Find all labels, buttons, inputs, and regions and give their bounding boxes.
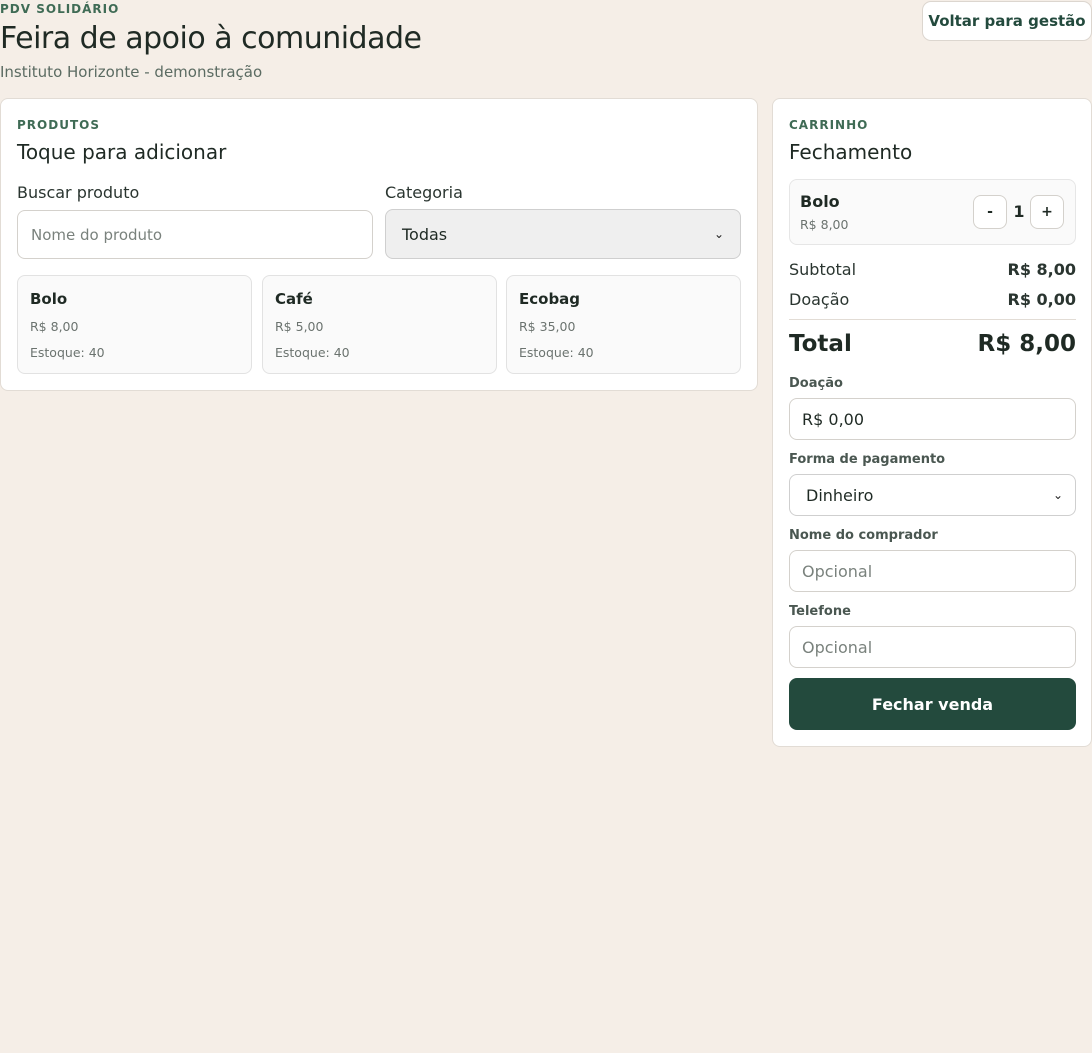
chevron-down-icon: ⌄ [713, 227, 724, 241]
product-price: R$ 5,00 [275, 319, 324, 334]
product-price: R$ 8,00 [30, 319, 79, 334]
donation-field-label: Doação [789, 376, 843, 391]
back-to-management-button[interactable]: Voltar para gestão [922, 1, 1092, 41]
chevron-down-icon: ⌄ [1052, 488, 1063, 502]
category-select[interactable]: Todas ⌄ [385, 209, 741, 259]
subtotal-label: Subtotal [789, 260, 857, 279]
phone-label: Telefone [789, 604, 851, 619]
close-sale-button[interactable]: Fechar venda [789, 678, 1076, 730]
category-label: Categoria [385, 183, 463, 202]
product-name: Café [275, 290, 313, 308]
cart-item-name: Bolo [800, 192, 840, 211]
products-panel: PRODUTOS Toque para adicionar Buscar pro… [0, 98, 758, 391]
search-label: Buscar produto [17, 183, 140, 202]
subtotal-row: Subtotal R$ 8,00 [789, 260, 1076, 279]
cart-panel: CARRINHO Fechamento Bolo R$ 8,00 - 1 + S… [772, 98, 1092, 747]
cart-title: Fechamento [789, 140, 913, 164]
cart-item: Bolo R$ 8,00 - 1 + [789, 179, 1076, 245]
product-stock: Estoque: 40 [519, 345, 594, 360]
payment-method-label: Forma de pagamento [789, 452, 946, 467]
buyer-name-input[interactable] [789, 550, 1076, 592]
donation-summary-label: Doação [789, 290, 850, 309]
cart-item-quantity: 1 [1013, 202, 1025, 221]
total-value: R$ 8,00 [977, 331, 1076, 357]
page-eyebrow: PDV SOLIDÁRIO [0, 2, 120, 16]
cart-eyebrow: CARRINHO [789, 118, 869, 132]
products-eyebrow: PRODUTOS [17, 118, 100, 132]
increase-quantity-button[interactable]: + [1030, 195, 1064, 229]
payment-method-select[interactable]: Dinheiro ⌄ [789, 474, 1076, 516]
products-title: Toque para adicionar [17, 140, 227, 164]
donation-input[interactable] [789, 398, 1076, 440]
product-name: Ecobag [519, 290, 581, 308]
total-label: Total [789, 331, 852, 357]
payment-method-value: Dinheiro [806, 485, 874, 505]
total-row: Total R$ 8,00 [789, 331, 1076, 357]
donation-summary-value: R$ 0,00 [1007, 290, 1077, 309]
product-card-cafe[interactable]: Café R$ 5,00 Estoque: 40 [262, 275, 497, 374]
product-stock: Estoque: 40 [275, 345, 350, 360]
search-input[interactable] [17, 210, 373, 259]
product-stock: Estoque: 40 [30, 345, 105, 360]
category-select-value: Todas [402, 224, 448, 244]
summary-divider [789, 319, 1076, 320]
product-card-ecobag[interactable]: Ecobag R$ 35,00 Estoque: 40 [506, 275, 741, 374]
subtotal-value: R$ 8,00 [1007, 260, 1077, 279]
product-card-bolo[interactable]: Bolo R$ 8,00 Estoque: 40 [17, 275, 252, 374]
product-price: R$ 35,00 [519, 319, 576, 334]
buyer-name-label: Nome do comprador [789, 528, 938, 543]
product-name: Bolo [30, 290, 68, 308]
decrease-quantity-button[interactable]: - [973, 195, 1007, 229]
page-subtitle: Instituto Horizonte - demonstração [0, 63, 263, 81]
phone-input[interactable] [789, 626, 1076, 668]
donation-row: Doação R$ 0,00 [789, 290, 1076, 309]
page-title: Feira de apoio à comunidade [0, 21, 422, 56]
cart-item-price: R$ 8,00 [800, 217, 849, 232]
